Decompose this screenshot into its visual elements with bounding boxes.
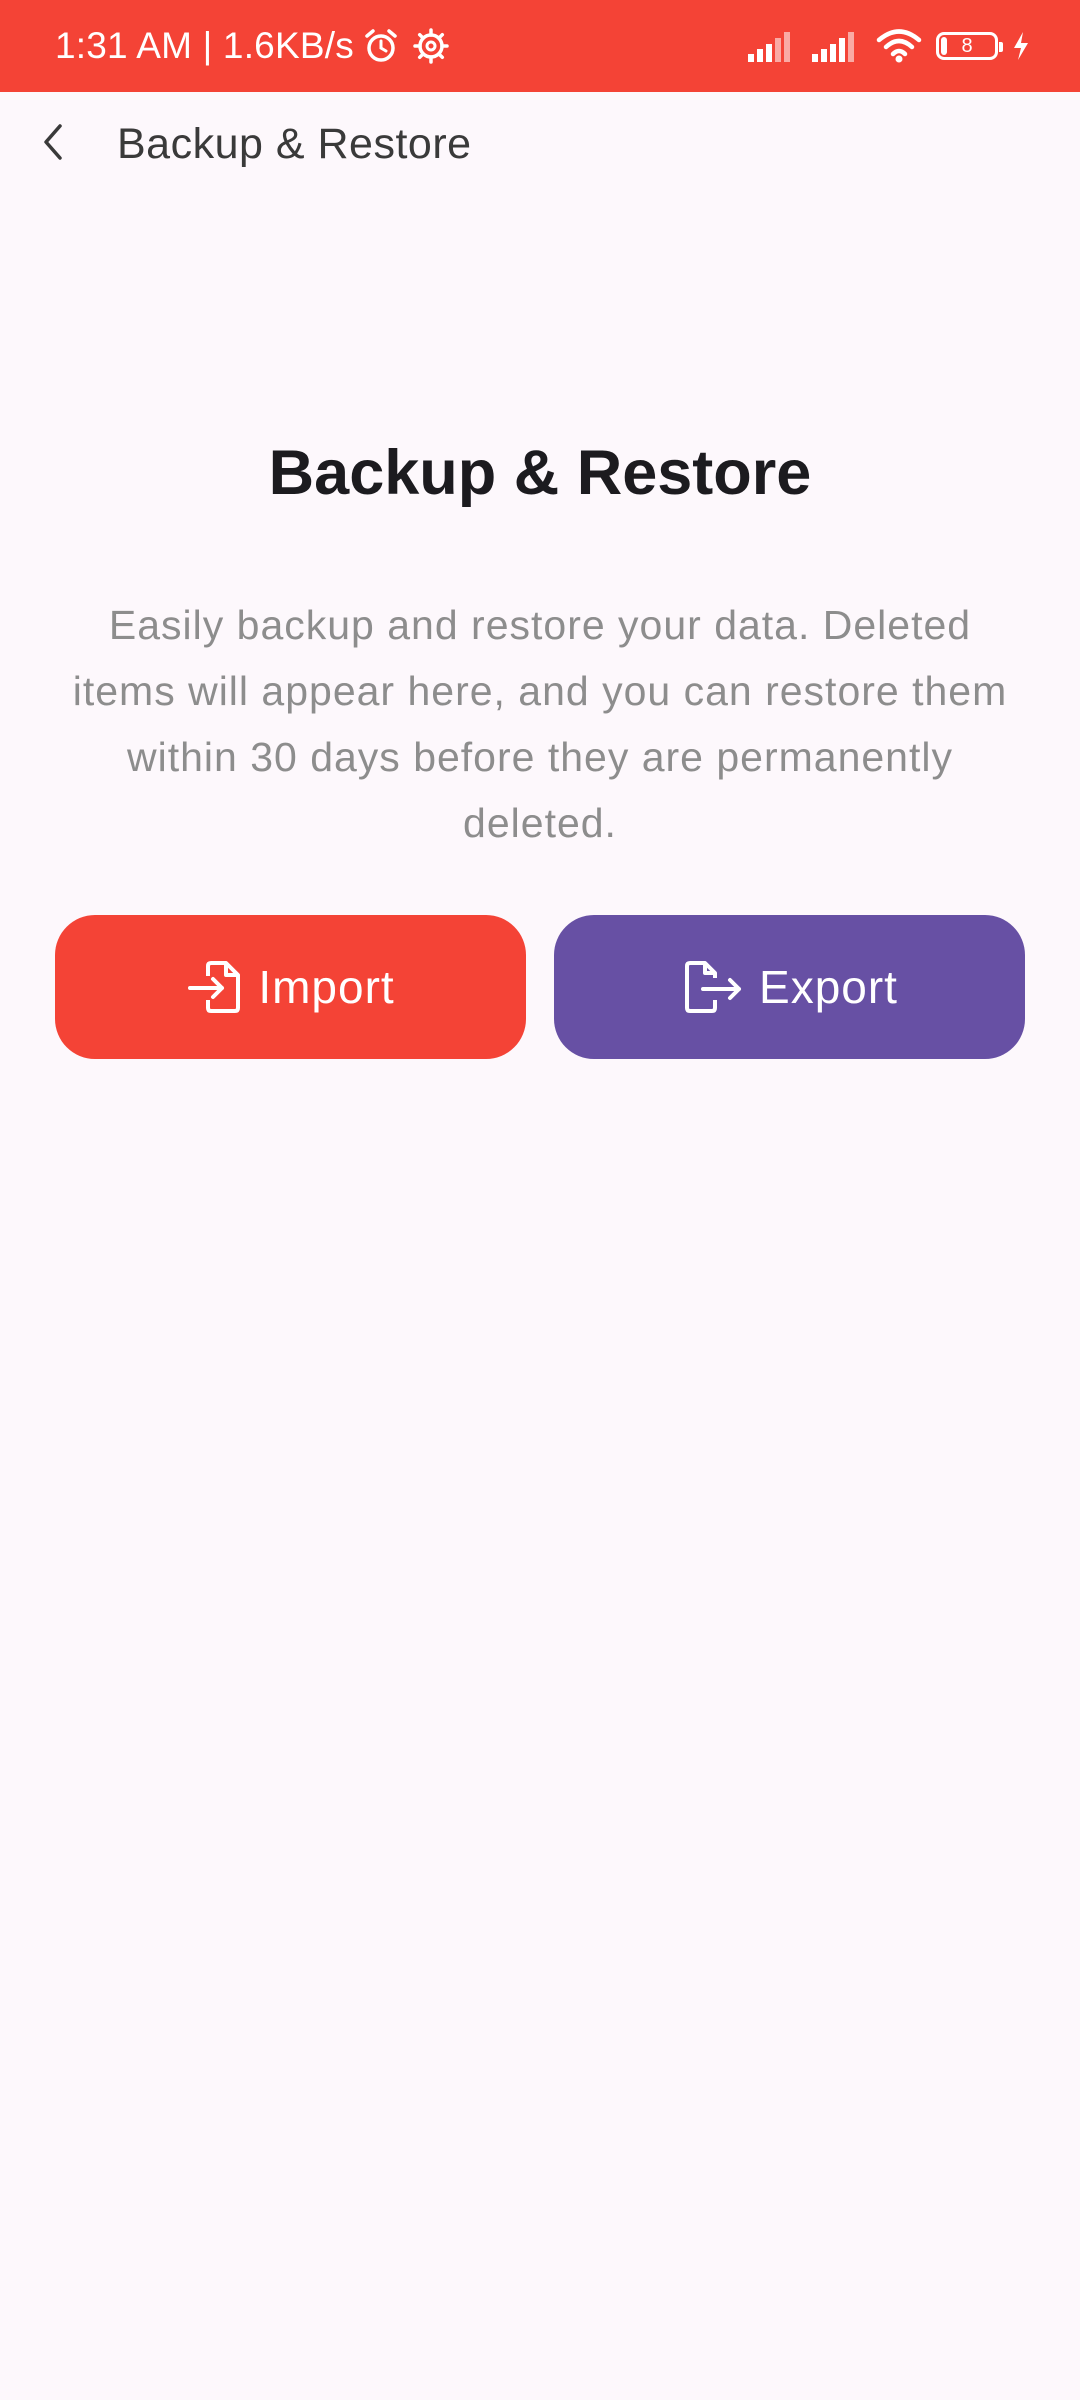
- chevron-left-icon: [44, 124, 62, 160]
- export-button[interactable]: Export: [554, 915, 1025, 1059]
- status-right: 8: [748, 0, 1030, 92]
- import-button-label: Import: [258, 961, 395, 1013]
- import-button[interactable]: Import: [55, 915, 526, 1059]
- alarm-icon: [365, 29, 397, 62]
- status-left: 1:31 AM | 1.6KB/s: [55, 0, 450, 92]
- signal-icon: [748, 32, 790, 62]
- signal-icon: [812, 32, 854, 62]
- export-button-label: Export: [759, 961, 898, 1013]
- back-button[interactable]: [22, 110, 86, 174]
- status-bar: 1:31 AM | 1.6KB/s 8: [0, 0, 1080, 92]
- file-import-icon: [186, 958, 244, 1016]
- file-export-icon: [681, 958, 745, 1016]
- battery-icon: 8: [936, 32, 1003, 60]
- app-bar: Backup & Restore: [0, 92, 1080, 204]
- page-headline: Backup & Restore: [268, 438, 812, 508]
- page-description: Easily backup and restore your data. Del…: [72, 602, 1008, 846]
- app-bar-title: Backup & Restore: [117, 120, 472, 168]
- charging-icon: [1014, 32, 1028, 60]
- status-time-speed: 1:31 AM | 1.6KB/s: [55, 25, 354, 66]
- settings-icon: [413, 28, 449, 64]
- battery-level: 8: [961, 34, 973, 57]
- wifi-icon: [876, 29, 922, 63]
